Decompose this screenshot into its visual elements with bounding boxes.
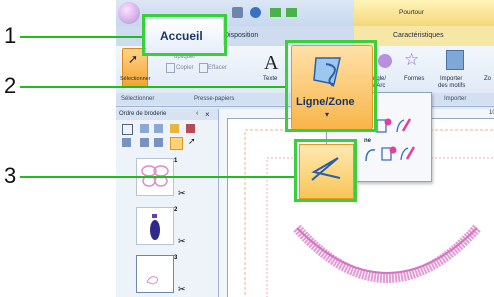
select-label: Sélectionner bbox=[120, 76, 151, 82]
text-tool-icon[interactable]: A bbox=[264, 52, 278, 75]
scissors-icon[interactable]: ✂ bbox=[178, 284, 186, 295]
highlight-box-line-zone bbox=[285, 40, 377, 132]
panel-scissors-toggle-icon[interactable] bbox=[170, 137, 183, 150]
callout-number-3: 3 bbox=[4, 163, 17, 188]
copy-icon bbox=[166, 63, 175, 73]
list-item[interactable] bbox=[136, 207, 174, 245]
group-select-label: Sélectionner bbox=[121, 96, 155, 102]
list-item[interactable] bbox=[136, 255, 174, 293]
callout-line-3 bbox=[20, 176, 294, 178]
outline-thumbnail bbox=[146, 276, 158, 285]
qat-redo-icon[interactable] bbox=[286, 8, 297, 17]
delete-label[interactable]: Effacer bbox=[208, 65, 227, 71]
scissors-icon[interactable]: ✂ bbox=[178, 236, 186, 247]
embroidery-order-panel: Ordre de broderie ‹ × ➚ 1 ✂ 2 ✂ 3 ✂ bbox=[116, 109, 219, 297]
contextual-tab-title: Pourtour bbox=[399, 9, 424, 16]
qat-save-icon[interactable] bbox=[250, 7, 261, 18]
curve-icon[interactable] bbox=[363, 146, 377, 164]
item-index: 1 bbox=[174, 158, 178, 164]
app-menu-button[interactable] bbox=[118, 2, 140, 24]
import-label: Importer bbox=[440, 76, 463, 82]
shapes-label: Formes bbox=[404, 76, 425, 82]
rectangle-arc-icon[interactable] bbox=[378, 54, 392, 68]
delete-icon bbox=[199, 63, 208, 73]
panel-close-icon[interactable]: × bbox=[205, 110, 210, 119]
panel-tool-icon-5[interactable] bbox=[122, 138, 131, 147]
tab-disposition[interactable]: Disposition bbox=[224, 32, 258, 39]
panel-tool-icon-4[interactable] bbox=[186, 124, 195, 133]
contextual-tab-group bbox=[354, 0, 494, 26]
panel-tool-icon-2[interactable] bbox=[140, 124, 149, 133]
cursor-icon: ➚ bbox=[128, 52, 139, 66]
highlight-box-line-draw bbox=[294, 139, 357, 202]
ruler-mark: 10 bbox=[489, 110, 494, 116]
panel-tool-icon-7[interactable] bbox=[154, 138, 163, 147]
text-label: Texte bbox=[263, 76, 278, 82]
zoom-label[interactable]: Zo bbox=[484, 76, 491, 82]
item-index: 3 bbox=[174, 255, 178, 261]
callout-line-2 bbox=[20, 86, 285, 88]
item-index: 2 bbox=[174, 207, 178, 213]
dropdown-partial-label: ne bbox=[364, 138, 372, 144]
scissors-icon[interactable]: ✂ bbox=[178, 188, 186, 199]
star-shape-icon[interactable] bbox=[379, 144, 397, 164]
copy-label[interactable]: Copier bbox=[176, 65, 194, 71]
panel-tool-icon-3[interactable] bbox=[154, 124, 163, 133]
group-import-label: Importer bbox=[444, 96, 467, 102]
panel-title: Ordre de broderie bbox=[119, 111, 167, 117]
import-icon[interactable] bbox=[446, 50, 464, 70]
bottle-thumbnail bbox=[150, 214, 160, 240]
panel-tool-icon-1[interactable] bbox=[122, 124, 133, 135]
qat-open-icon[interactable] bbox=[232, 7, 243, 18]
highlight-box-accueil bbox=[142, 14, 227, 56]
panel-cursor-icon[interactable]: ➚ bbox=[188, 136, 196, 147]
callout-line-1 bbox=[20, 36, 142, 38]
tab-caracteristiques[interactable]: Caractéristiques bbox=[393, 32, 444, 39]
paint-brush-icon[interactable] bbox=[394, 116, 412, 136]
callout-number-1: 1 bbox=[4, 23, 17, 48]
callout-number-2: 2 bbox=[4, 73, 17, 98]
import-label-2: des motifs bbox=[438, 83, 466, 89]
qat-undo-icon[interactable] bbox=[270, 8, 281, 17]
paint-brush-icon[interactable] bbox=[398, 144, 416, 164]
panel-lock-icon[interactable] bbox=[170, 124, 179, 133]
panel-tool-icon-6[interactable] bbox=[140, 138, 149, 147]
group-clipboard-label: Presse-papiers bbox=[194, 96, 235, 102]
shapes-icon[interactable]: ☆ bbox=[404, 50, 419, 70]
panel-pin-icon[interactable]: ‹ bbox=[196, 110, 198, 117]
